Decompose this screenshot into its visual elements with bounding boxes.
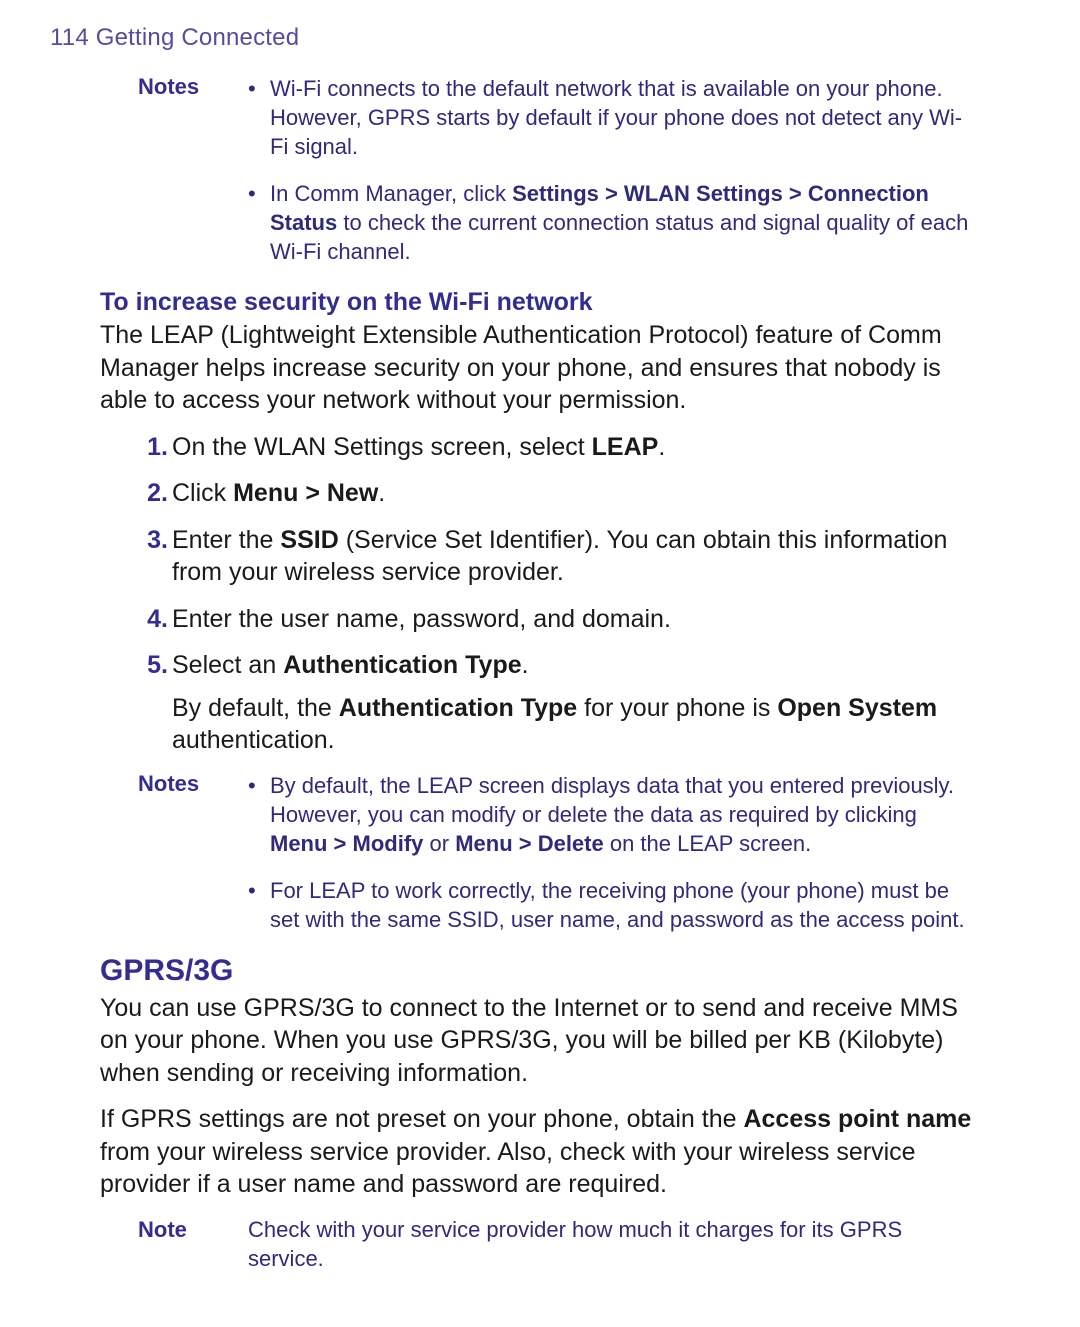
notes-block-2: Notes • By default, the LEAP screen disp… bbox=[100, 771, 980, 934]
note-text: Check with your service provider how muc… bbox=[248, 1215, 980, 1273]
step-item: Enter the SSID (Service Set Identifier).… bbox=[144, 524, 980, 589]
notes-items: • Wi-Fi connects to the default network … bbox=[248, 74, 980, 266]
paragraph: The LEAP (Lightweight Extensible Authent… bbox=[100, 319, 980, 417]
text: or bbox=[423, 831, 455, 856]
step-item: Select an Authentication Type. By defaul… bbox=[144, 649, 980, 757]
note-item: • By default, the LEAP screen displays d… bbox=[248, 771, 980, 858]
note-item: • For LEAP to work correctly, the receiv… bbox=[248, 876, 980, 934]
step-item: On the WLAN Settings screen, select LEAP… bbox=[144, 431, 980, 464]
note-block: Note Check with your service provider ho… bbox=[100, 1215, 980, 1273]
running-header: 114 Getting Connected bbox=[50, 24, 980, 52]
notes-label: Notes bbox=[100, 74, 248, 266]
text: Click bbox=[172, 479, 233, 507]
notes-items: • By default, the LEAP screen displays d… bbox=[248, 771, 980, 934]
notes-label: Notes bbox=[100, 771, 248, 934]
text: on the LEAP screen. bbox=[604, 831, 812, 856]
text: Enter the bbox=[172, 526, 280, 554]
text: . bbox=[378, 479, 385, 507]
bold-text: Menu > Delete bbox=[455, 831, 604, 856]
step-follow-paragraph: By default, the Authentication Type for … bbox=[172, 692, 980, 757]
text: . bbox=[658, 433, 665, 461]
bold-text: Open System bbox=[777, 694, 937, 722]
note-item: • Wi-Fi connects to the default network … bbox=[248, 74, 980, 161]
section-heading: GPRS/3G bbox=[100, 954, 980, 988]
note-item: • In Comm Manager, click Settings > WLAN… bbox=[248, 179, 980, 266]
subheading: To increase security on the Wi-Fi networ… bbox=[100, 288, 980, 317]
note-label: Note bbox=[100, 1215, 248, 1273]
step-item: Click Menu > New. bbox=[144, 477, 980, 510]
bold-text: Menu > New bbox=[233, 479, 378, 507]
text: to check the current connection status a… bbox=[270, 210, 968, 264]
bold-text: SSID bbox=[280, 526, 338, 554]
text: . bbox=[522, 651, 529, 679]
document-page: 114 Getting Connected Notes • Wi-Fi conn… bbox=[0, 0, 1080, 1327]
text: On the WLAN Settings screen, select bbox=[172, 433, 592, 461]
bold-text: Menu > Modify bbox=[270, 831, 423, 856]
bold-text: Authentication Type bbox=[283, 651, 521, 679]
text: from your wireless service provider. Als… bbox=[100, 1138, 916, 1199]
paragraph: If GPRS settings are not preset on your … bbox=[100, 1103, 980, 1201]
text: for your phone is bbox=[577, 694, 777, 722]
bold-text: Access point name bbox=[743, 1105, 971, 1133]
bullet-icon: • bbox=[248, 179, 270, 266]
text: By default, the LEAP screen displays dat… bbox=[270, 773, 954, 827]
note-text: By default, the LEAP screen displays dat… bbox=[270, 771, 980, 858]
bold-text: LEAP bbox=[592, 433, 659, 461]
note-text: Wi-Fi connects to the default network th… bbox=[270, 74, 980, 161]
text: In Comm Manager, click bbox=[270, 181, 512, 206]
paragraph: You can use GPRS/3G to connect to the In… bbox=[100, 992, 980, 1090]
text: Select an bbox=[172, 651, 283, 679]
bold-text: Authentication Type bbox=[339, 694, 577, 722]
note-text: In Comm Manager, click Settings > WLAN S… bbox=[270, 179, 980, 266]
bullet-icon: • bbox=[248, 771, 270, 858]
notes-block-1: Notes • Wi-Fi connects to the default ne… bbox=[100, 74, 980, 266]
steps-list: On the WLAN Settings screen, select LEAP… bbox=[100, 431, 980, 757]
text: authentication. bbox=[172, 726, 335, 754]
bullet-icon: • bbox=[248, 876, 270, 934]
step-item: Enter the user name, password, and domai… bbox=[144, 603, 980, 636]
note-text: For LEAP to work correctly, the receivin… bbox=[270, 876, 980, 934]
text: If GPRS settings are not preset on your … bbox=[100, 1105, 743, 1133]
text: Wi-Fi connects to the default network th… bbox=[270, 76, 962, 159]
bullet-icon: • bbox=[248, 74, 270, 161]
text: Enter the user name, password, and domai… bbox=[172, 605, 671, 633]
text: By default, the bbox=[172, 694, 339, 722]
text: For LEAP to work correctly, the receivin… bbox=[270, 878, 965, 932]
